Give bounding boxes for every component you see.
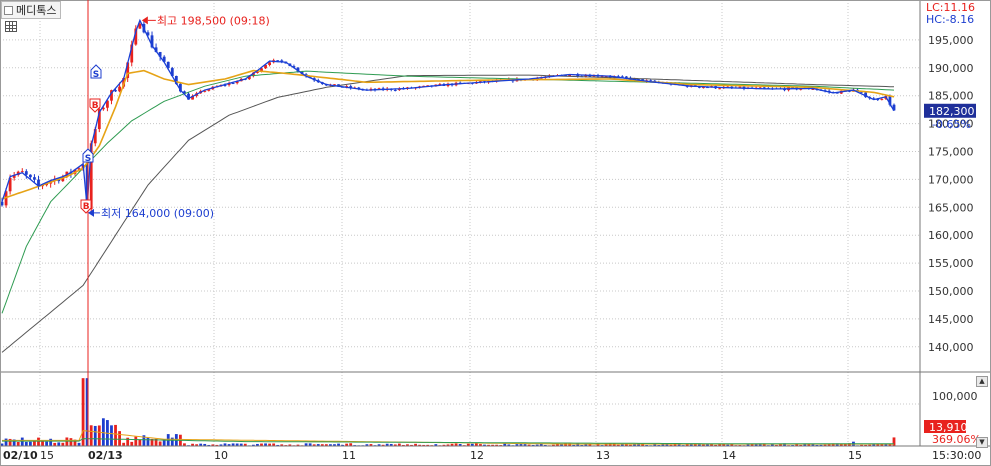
- price-tick-label: 165,000: [928, 201, 974, 214]
- volume-bar: [138, 439, 142, 446]
- high-label: 최고 198,500 (09:18): [157, 14, 270, 27]
- volume-bar: [20, 437, 24, 446]
- volume-bar: [28, 441, 32, 446]
- price-tick-label: 195,000: [928, 34, 974, 47]
- svg-text:S: S: [85, 154, 91, 164]
- volume-bar: [24, 441, 28, 446]
- volume-bar: [45, 441, 48, 446]
- candle-body: [393, 89, 397, 91]
- price-tick-label: 140,000: [928, 341, 974, 354]
- volume-bar: [16, 441, 20, 446]
- volume-bar: [134, 436, 138, 446]
- volume-bar: [110, 425, 113, 446]
- current-price-box: 182,300 -0.65%: [924, 103, 976, 131]
- candle-body: [268, 62, 271, 66]
- candle-body: [256, 71, 259, 73]
- candle-body: [33, 177, 36, 180]
- volume-bar: [81, 378, 85, 446]
- low-label: 최저 164,000 (09:00): [101, 207, 214, 220]
- candle-body: [28, 174, 32, 178]
- time-tick-label: 11: [342, 449, 356, 462]
- time-tick-label: 15: [848, 449, 862, 462]
- candle-body: [118, 86, 121, 92]
- svg-text:B: B: [83, 202, 90, 212]
- volume-bar: [892, 437, 896, 446]
- stock-chart[interactable]: 195,000190,000185,000180,000175,000170,0…: [0, 0, 991, 466]
- volume-bar: [118, 431, 121, 446]
- candle-body: [880, 98, 884, 100]
- scroll-up-icon[interactable]: ▲: [976, 376, 988, 387]
- high-annotation: 최고 198,500 (09:18): [141, 14, 270, 27]
- volume-bar: [89, 425, 93, 446]
- price-tick-label: 185,000: [928, 90, 974, 103]
- volume-bar: [146, 437, 150, 446]
- time-tick-label: 10: [214, 449, 228, 462]
- svg-text:S: S: [93, 70, 99, 80]
- price-tick-label: 145,000: [928, 313, 974, 326]
- volume-bar: [93, 425, 97, 446]
- grid-icon[interactable]: [5, 21, 17, 32]
- volume-bar: [41, 441, 44, 446]
- price-tick-label: 155,000: [928, 257, 974, 270]
- price-tick-label: 150,000: [928, 285, 974, 298]
- stock-name: 메디톡스: [16, 4, 57, 17]
- volume-tick-label: 100,000: [932, 390, 978, 403]
- volume-bar: [57, 442, 61, 446]
- candle-body: [718, 88, 722, 90]
- time-tick-label: 15: [40, 449, 54, 462]
- volume-bar: [158, 441, 162, 446]
- change-percent: -0.65%: [932, 118, 971, 131]
- time-tick-label: 02/10: [3, 449, 38, 462]
- checkbox-icon[interactable]: [4, 5, 13, 15]
- price-tick-label: 175,000: [928, 146, 974, 159]
- current-price-value: 182,300: [929, 105, 975, 118]
- volume-bar: [37, 437, 40, 446]
- time-tick-label: 14: [722, 449, 736, 462]
- candle-body: [0, 201, 4, 206]
- price-tick-label: 190,000: [928, 62, 974, 75]
- lc-hc-info: LC:11.16 HC:-8.16: [926, 2, 975, 26]
- price-tick-label: 170,000: [928, 173, 974, 186]
- time-tick-label: 13: [596, 449, 610, 462]
- time-tick-label: 02/13: [88, 449, 123, 462]
- volume-bar: [69, 438, 73, 446]
- buy-marker-icon: B: [80, 199, 92, 214]
- volume-bar: [4, 438, 8, 446]
- low-annotation: 최저 164,000 (09:00): [88, 207, 214, 220]
- volume-bar: [49, 438, 53, 446]
- scroll-down-icon[interactable]: ▼: [976, 437, 988, 448]
- volume-bar: [65, 437, 69, 446]
- time-label: 15:30:00: [932, 449, 981, 462]
- candle-body: [24, 171, 28, 175]
- stock-title-box[interactable]: 메디톡스: [1, 1, 62, 19]
- hc-label: HC:-8.16: [926, 13, 975, 26]
- volume-bar: [97, 425, 101, 446]
- volume-bar: [130, 441, 134, 446]
- svg-text:B: B: [92, 101, 99, 111]
- price-tick-label: 160,000: [928, 229, 974, 242]
- time-tick-label: 12: [470, 449, 484, 462]
- volume-percent: 369.06%: [932, 433, 981, 446]
- buy-marker-icon: B: [89, 98, 101, 113]
- volume-bar: [114, 424, 117, 446]
